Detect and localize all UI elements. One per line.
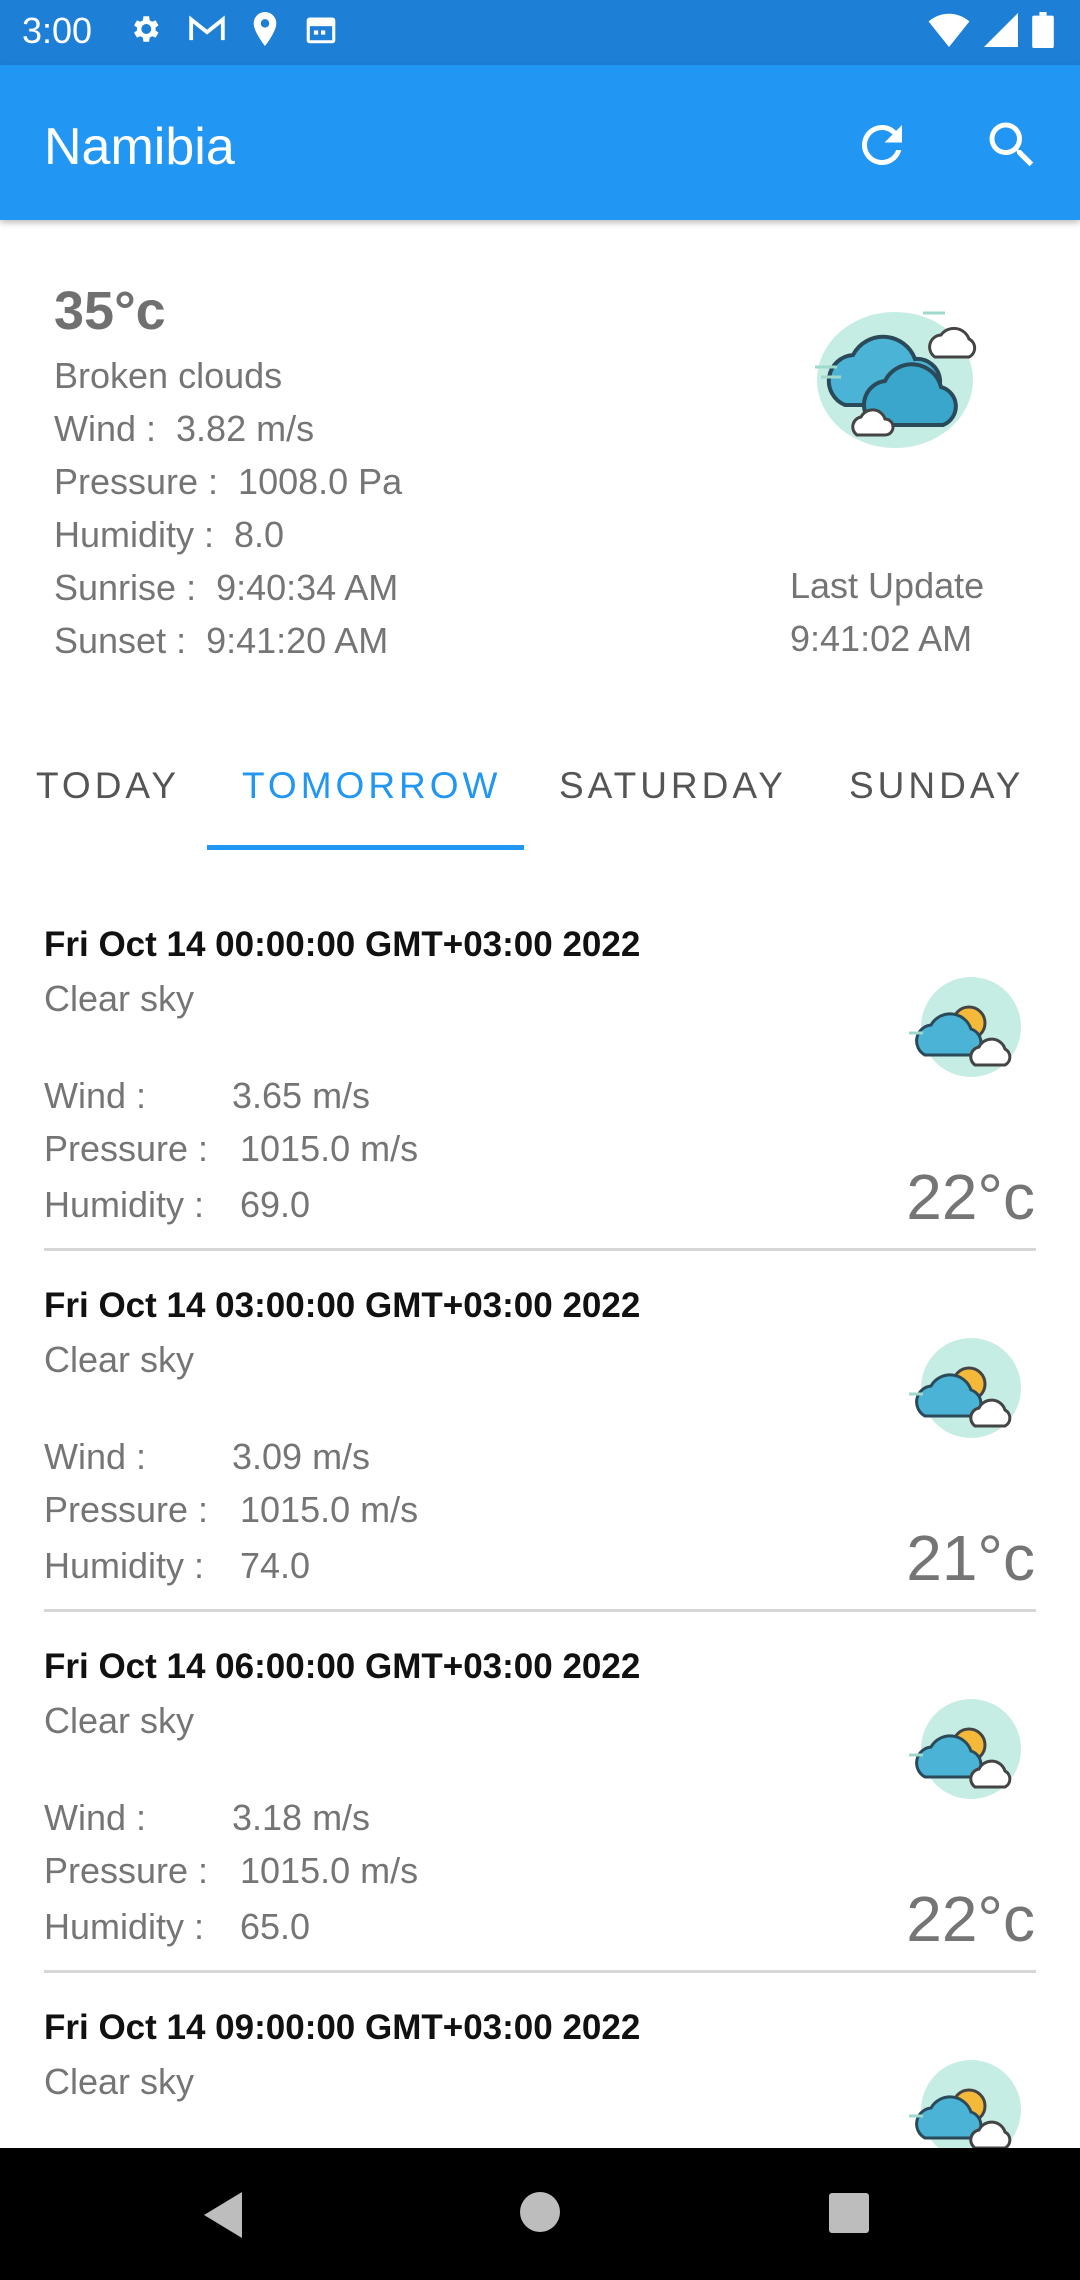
wind-label: Wind : <box>44 1436 147 1477</box>
day-tabs: TODAY TOMORROW SATURDAY SUNDAY <box>0 735 1080 855</box>
forecast-description: Clear sky <box>44 978 195 1019</box>
status-icons-right <box>928 12 1054 48</box>
humidity-label: Humidity : <box>44 1184 205 1225</box>
humidity-value: 69.0 <box>240 1184 311 1225</box>
current-wind: Wind : 3.82 m/s <box>54 408 315 449</box>
app-bar: Namibia <box>0 65 1080 220</box>
forecast-description: Clear sky <box>44 2061 195 2102</box>
forecast-description: Clear sky <box>44 1700 195 1741</box>
recents-icon <box>829 2193 869 2233</box>
battery-icon <box>1032 12 1054 48</box>
navigation-bar <box>0 2148 1080 2280</box>
status-time: 3:00 <box>22 10 93 51</box>
search-icon <box>989 122 1034 167</box>
pressure-value: 1015.0 m/s <box>240 1489 419 1530</box>
tab-saturday[interactable]: SATURDAY <box>559 765 787 807</box>
humidity-label: Humidity : <box>44 1906 205 1947</box>
humidity-value: 74.0 <box>240 1545 311 1586</box>
signal-icon <box>984 13 1018 47</box>
broken-clouds-icon <box>795 295 995 465</box>
tab-indicator <box>207 845 524 850</box>
status-bar: 3:00 <box>0 0 1080 65</box>
forecast-temperature: 22°c <box>906 1883 1035 1955</box>
forecast-date: Fri Oct 14 09:00:00 GMT+03:00 2022 <box>44 2008 641 2047</box>
refresh-button[interactable] <box>852 115 912 175</box>
list-item[interactable]: Fri Oct 14 00:00:00 GMT+03:00 2022 Clear… <box>0 890 1080 1251</box>
forecast-date: Fri Oct 14 00:00:00 GMT+03:00 2022 <box>44 925 641 964</box>
current-humidity: Humidity : 8.0 <box>54 514 285 555</box>
search-button[interactable] <box>982 115 1042 175</box>
humidity-value: 65.0 <box>240 1906 311 1947</box>
forecast-description: Clear sky <box>44 1339 195 1380</box>
tab-sunday[interactable]: SUNDAY <box>849 765 1024 807</box>
current-sunset: Sunset : 9:41:20 AM <box>54 620 389 661</box>
wifi-icon <box>928 13 970 47</box>
wind-label: Wind : <box>44 1075 147 1116</box>
current-weather-card: 35°c Broken clouds Wind : 3.82 m/s Press… <box>0 220 1080 690</box>
pressure-label: Pressure : <box>44 1128 209 1169</box>
tab-today[interactable]: TODAY <box>36 765 180 807</box>
pressure-value: 1015.0 m/s <box>240 1128 419 1169</box>
calendar-icon <box>304 12 338 46</box>
wind-label: Wind : <box>44 1797 147 1838</box>
current-pressure: Pressure : 1008.0 Pa <box>54 461 403 502</box>
partly-cloudy-icon <box>905 975 1030 1085</box>
recents-button[interactable] <box>828 2192 870 2239</box>
current-sunrise: Sunrise : 9:40:34 AM <box>54 567 399 608</box>
back-icon <box>204 2192 242 2238</box>
humidity-label: Humidity : <box>44 1545 205 1586</box>
settings-icon <box>128 12 162 46</box>
partly-cloudy-icon <box>905 1697 1030 1807</box>
gmail-icon <box>188 14 226 44</box>
home-button[interactable] <box>518 2190 562 2239</box>
home-icon <box>520 2192 560 2232</box>
forecast-list[interactable]: Fri Oct 14 00:00:00 GMT+03:00 2022 Clear… <box>0 890 1080 2148</box>
pressure-label: Pressure : <box>44 1850 209 1891</box>
current-description: Broken clouds <box>54 355 283 396</box>
forecast-temperature: 22°c <box>906 1161 1035 1233</box>
current-temperature: 35°c <box>54 281 166 341</box>
list-item[interactable]: Fri Oct 14 06:00:00 GMT+03:00 2022 Clear… <box>0 1612 1080 1973</box>
refresh-icon <box>861 124 902 165</box>
list-item[interactable]: Fri Oct 14 09:00:00 GMT+03:00 2022 Clear… <box>0 1973 1080 2148</box>
location-icon <box>252 12 278 46</box>
wind-value: 3.18 m/s <box>232 1797 371 1838</box>
last-update-time: 9:41:02 AM <box>790 618 973 659</box>
forecast-date: Fri Oct 14 03:00:00 GMT+03:00 2022 <box>44 1286 641 1325</box>
last-update-label: Last Update <box>790 565 985 606</box>
partly-cloudy-icon <box>905 2058 1030 2148</box>
tab-tomorrow[interactable]: TOMORROW <box>242 765 501 807</box>
pressure-value: 1015.0 m/s <box>240 1850 419 1891</box>
forecast-temperature: 21°c <box>906 1522 1035 1594</box>
wind-value: 3.09 m/s <box>232 1436 371 1477</box>
status-icons-left <box>128 12 338 46</box>
back-button[interactable] <box>200 2190 246 2245</box>
pressure-label: Pressure : <box>44 1489 209 1530</box>
list-item[interactable]: Fri Oct 14 03:00:00 GMT+03:00 2022 Clear… <box>0 1251 1080 1612</box>
partly-cloudy-icon <box>905 1336 1030 1446</box>
page-title: Namibia <box>44 118 235 176</box>
wind-value: 3.65 m/s <box>232 1075 371 1116</box>
forecast-date: Fri Oct 14 06:00:00 GMT+03:00 2022 <box>44 1647 641 1686</box>
